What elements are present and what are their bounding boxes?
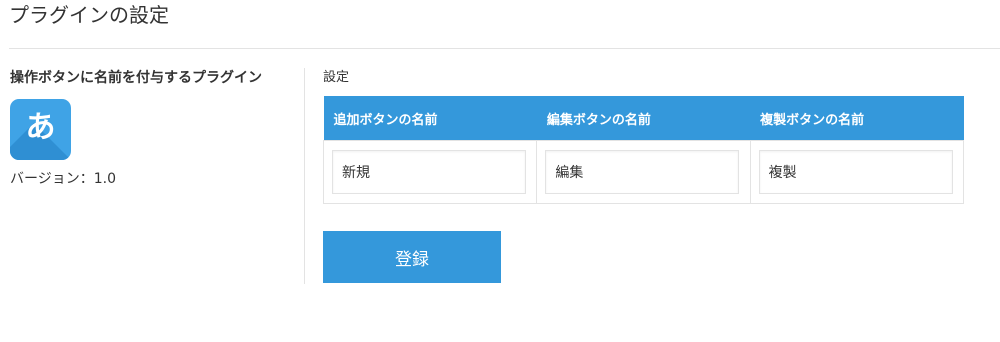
- add-button-name-input[interactable]: [332, 150, 526, 194]
- settings-panel: 設定 追加ボタンの名前 編集ボタンの名前 複製ボタンの名前 新規 編集 複製 登…: [322, 68, 965, 283]
- copy-button-name-input[interactable]: [758, 150, 953, 194]
- plugin-icon-glyph: あ: [25, 110, 56, 145]
- copy-button-name-header: 複製ボタンの名前: [750, 96, 964, 141]
- edit-button-name-cell: [536, 140, 751, 204]
- copy-button-name-cell: [749, 140, 965, 204]
- plugin-icon: あ: [10, 99, 71, 160]
- settings-header-row: 追加ボタンの名前 編集ボタンの名前 複製ボタンの名前: [323, 96, 964, 141]
- settings-table: 追加ボタンの名前 編集ボタンの名前 複製ボタンの名前: [322, 96, 965, 204]
- header-divider: [9, 48, 1000, 49]
- add-button-name-cell: [322, 140, 538, 204]
- settings-input-row: [322, 140, 965, 204]
- edit-button-name-input[interactable]: [545, 150, 740, 194]
- settings-label: 設定: [323, 70, 350, 85]
- save-button[interactable]: 登録: [323, 231, 501, 283]
- plugin-name: 操作ボタンに名前を付与するプラグイン: [10, 70, 262, 86]
- plugin-settings-page: プラグインの設定 操作ボタンに名前を付与するプラグイン あ バージョン：1.0 …: [0, 0, 1000, 342]
- add-button-name-header: 追加ボタンの名前: [323, 96, 537, 141]
- page-title: プラグインの設定: [9, 3, 169, 27]
- plugin-version: バージョン：1.0: [10, 171, 116, 187]
- panel-divider: [304, 68, 305, 284]
- plugin-info-panel: 操作ボタンに名前を付与するプラグイン あ バージョン：1.0: [10, 68, 300, 189]
- edit-button-name-header: 編集ボタンの名前: [536, 96, 751, 141]
